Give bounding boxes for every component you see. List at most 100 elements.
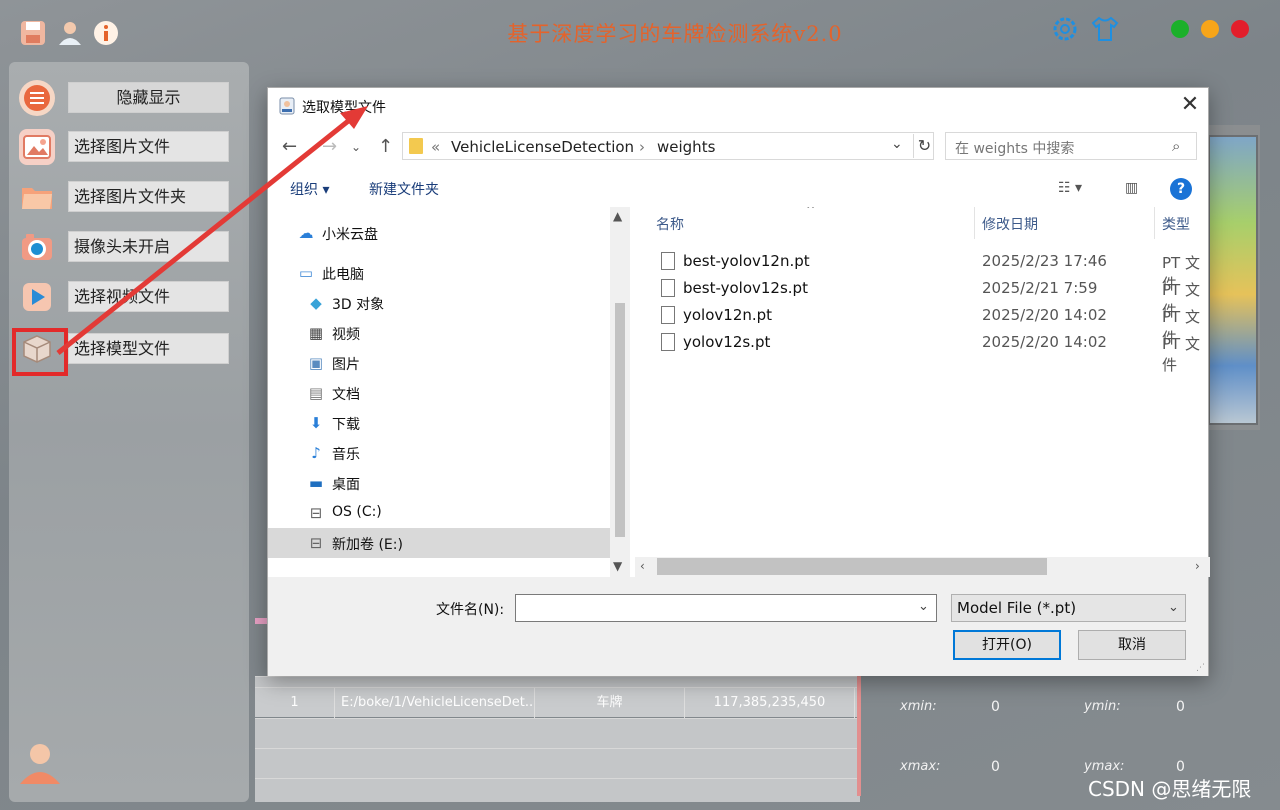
- window-minimize-button[interactable]: [1171, 20, 1189, 38]
- cloud-icon: ☁: [298, 224, 314, 242]
- scroll-down-icon[interactable]: ▼: [613, 559, 622, 573]
- scroll-right-icon[interactable]: ›: [1195, 559, 1200, 573]
- file-date: 2025/2/20 14:02: [982, 306, 1107, 324]
- file-name: yolov12n.pt: [683, 306, 773, 324]
- select-video-button[interactable]: 选择视频文件: [68, 281, 229, 312]
- column-header-date[interactable]: 修改日期: [982, 214, 1038, 234]
- folder-icon: [409, 138, 423, 154]
- file-row[interactable]: best-yolov12s.pt 2025/2/21 7:59 PT 文件: [635, 276, 1210, 320]
- sort-arrow-icon: ^: [806, 207, 816, 216]
- new-folder-button[interactable]: 新建文件夹: [369, 179, 439, 199]
- toggle-display-button[interactable]: 隐藏显示: [68, 82, 229, 113]
- info-icon[interactable]: [91, 18, 121, 48]
- scroll-up-icon[interactable]: ▲: [613, 209, 622, 223]
- user-icon[interactable]: [55, 18, 85, 48]
- table-cell-class: 车牌: [535, 688, 685, 718]
- sidebar-item-camera[interactable]: 摄像头未开启: [9, 229, 249, 265]
- nav-item-videos[interactable]: ▦ 视频: [268, 318, 610, 348]
- nav-item-desktop[interactable]: ▬ 桌面: [268, 468, 610, 498]
- nav-item-drive-c[interactable]: ⊟ OS (C:): [268, 498, 610, 528]
- file-name: best-yolov12n.pt: [683, 252, 810, 270]
- scroll-left-icon[interactable]: ‹: [640, 559, 645, 573]
- menu-icon: [19, 80, 55, 116]
- file-list-scrollbar[interactable]: ‹ ›: [635, 557, 1210, 577]
- table-cell-path: E:/boke/1/VehicleLicenseDet...: [335, 688, 535, 718]
- column-separator: [1154, 207, 1155, 239]
- nav-item-documents[interactable]: ▤ 文档: [268, 378, 610, 408]
- organize-menu[interactable]: 组织 ▾: [290, 179, 329, 199]
- forward-arrow-icon[interactable]: →: [322, 136, 337, 157]
- filename-dropdown-icon[interactable]: ⌄: [918, 599, 929, 614]
- camera-status-button[interactable]: 摄像头未开启: [68, 231, 229, 262]
- xmax-label: xmax:: [900, 759, 941, 774]
- resize-grip-icon[interactable]: ⋰: [1196, 663, 1205, 673]
- nav-item-music[interactable]: ♪ 音乐: [268, 438, 610, 468]
- nav-item-mi-cloud[interactable]: ☁ 小米云盘: [268, 218, 610, 248]
- nav-item-3d[interactable]: ◆ 3D 对象: [268, 288, 610, 318]
- filename-input[interactable]: [520, 596, 910, 620]
- breadcrumb-separator: ›: [639, 138, 645, 156]
- table-row: [255, 748, 860, 778]
- nav-item-drive-e[interactable]: ⊟ 新加卷 (E:): [268, 528, 610, 558]
- image-icon: [19, 129, 55, 165]
- sidebar-item-image-file[interactable]: 选择图片文件: [9, 129, 249, 165]
- theme-shirt-icon[interactable]: [1090, 14, 1120, 44]
- file-list-scrollbar-thumb[interactable]: [657, 558, 1047, 575]
- window-close-button[interactable]: [1231, 20, 1249, 38]
- file-row[interactable]: yolov12n.pt 2025/2/20 14:02 PT 文件: [635, 303, 1210, 347]
- video-play-icon: [19, 279, 55, 315]
- address-bar[interactable]: « VehicleLicenseDetection › weights ⌄ ↻: [402, 132, 934, 160]
- ymin-value: 0: [1176, 699, 1185, 715]
- cancel-button[interactable]: 取消: [1078, 630, 1186, 660]
- column-header-type[interactable]: 类型: [1162, 214, 1190, 234]
- nav-scrollbar-thumb[interactable]: [615, 303, 625, 537]
- file-type-select-value: Model File (*.pt): [957, 599, 1077, 617]
- computer-icon: ▭: [298, 264, 314, 282]
- chevron-down-icon: ⌄: [1168, 600, 1179, 615]
- watermark: CSDN @思绪无限: [1088, 777, 1252, 801]
- select-image-folder-button[interactable]: 选择图片文件夹: [68, 181, 229, 212]
- xmax-value: 0: [991, 759, 1000, 775]
- nav-scrollbar[interactable]: ▲ ▼: [610, 207, 630, 577]
- settings-gear-icon[interactable]: [1050, 14, 1080, 44]
- file-icon: [661, 252, 675, 270]
- picture-icon: ▣: [308, 354, 324, 372]
- file-date: 2025/2/21 7:59: [982, 279, 1098, 297]
- dialog-close-icon[interactable]: ✕: [1178, 94, 1202, 118]
- sidebar-item-toggle[interactable]: 隐藏显示: [9, 80, 249, 116]
- file-name: yolov12s.pt: [683, 333, 771, 351]
- sidebar-item-video[interactable]: 选择视频文件: [9, 279, 249, 315]
- sidebar-item-image-folder[interactable]: 选择图片文件夹: [9, 179, 249, 215]
- nav-item-pictures[interactable]: ▣ 图片: [268, 348, 610, 378]
- breadcrumb-parent[interactable]: VehicleLicenseDetection: [451, 138, 634, 156]
- search-field[interactable]: 在 weights 中搜索 ⌕: [945, 132, 1197, 160]
- user-avatar-icon[interactable]: [18, 740, 62, 786]
- search-icon: ⌕: [1172, 137, 1181, 155]
- filename-field[interactable]: ⌄: [515, 594, 937, 622]
- breadcrumb-current[interactable]: weights: [657, 138, 715, 156]
- ymax-label: ymax:: [1084, 759, 1125, 774]
- drive-e-icon: ⊟: [309, 534, 323, 552]
- select-model-button[interactable]: 选择模型文件: [68, 333, 229, 364]
- select-image-button[interactable]: 选择图片文件: [68, 131, 229, 162]
- desktop-icon: ▬: [308, 474, 324, 492]
- table-row: [255, 718, 860, 748]
- nav-item-downloads[interactable]: ⬇ 下载: [268, 408, 610, 438]
- table-row[interactable]: 1 E:/boke/1/VehicleLicenseDet... 车牌 117,…: [255, 687, 860, 718]
- nav-item-this-pc[interactable]: ▭ 此电脑: [268, 258, 610, 288]
- recent-dropdown-icon[interactable]: ⌄: [351, 140, 361, 154]
- column-header-name[interactable]: 名称: [656, 214, 684, 234]
- file-row[interactable]: yolov12s.pt 2025/2/20 14:02 PT 文件: [635, 330, 1210, 374]
- preview-pane-icon[interactable]: ▥: [1125, 180, 1138, 196]
- file-type-select[interactable]: Model File (*.pt) ⌄: [951, 594, 1186, 622]
- refresh-icon[interactable]: ↻: [913, 134, 935, 158]
- up-arrow-icon[interactable]: ↑: [378, 136, 393, 157]
- file-row[interactable]: best-yolov12n.pt 2025/2/23 17:46 PT 文件: [635, 249, 1210, 293]
- back-arrow-icon[interactable]: ←: [282, 136, 297, 157]
- address-dropdown-icon[interactable]: ⌄: [891, 136, 903, 152]
- view-options-icon[interactable]: ☷ ▾: [1058, 180, 1082, 196]
- help-icon[interactable]: ?: [1170, 178, 1192, 200]
- window-maximize-button[interactable]: [1201, 20, 1219, 38]
- save-icon[interactable]: [18, 18, 48, 48]
- open-button[interactable]: 打开(O): [953, 630, 1061, 660]
